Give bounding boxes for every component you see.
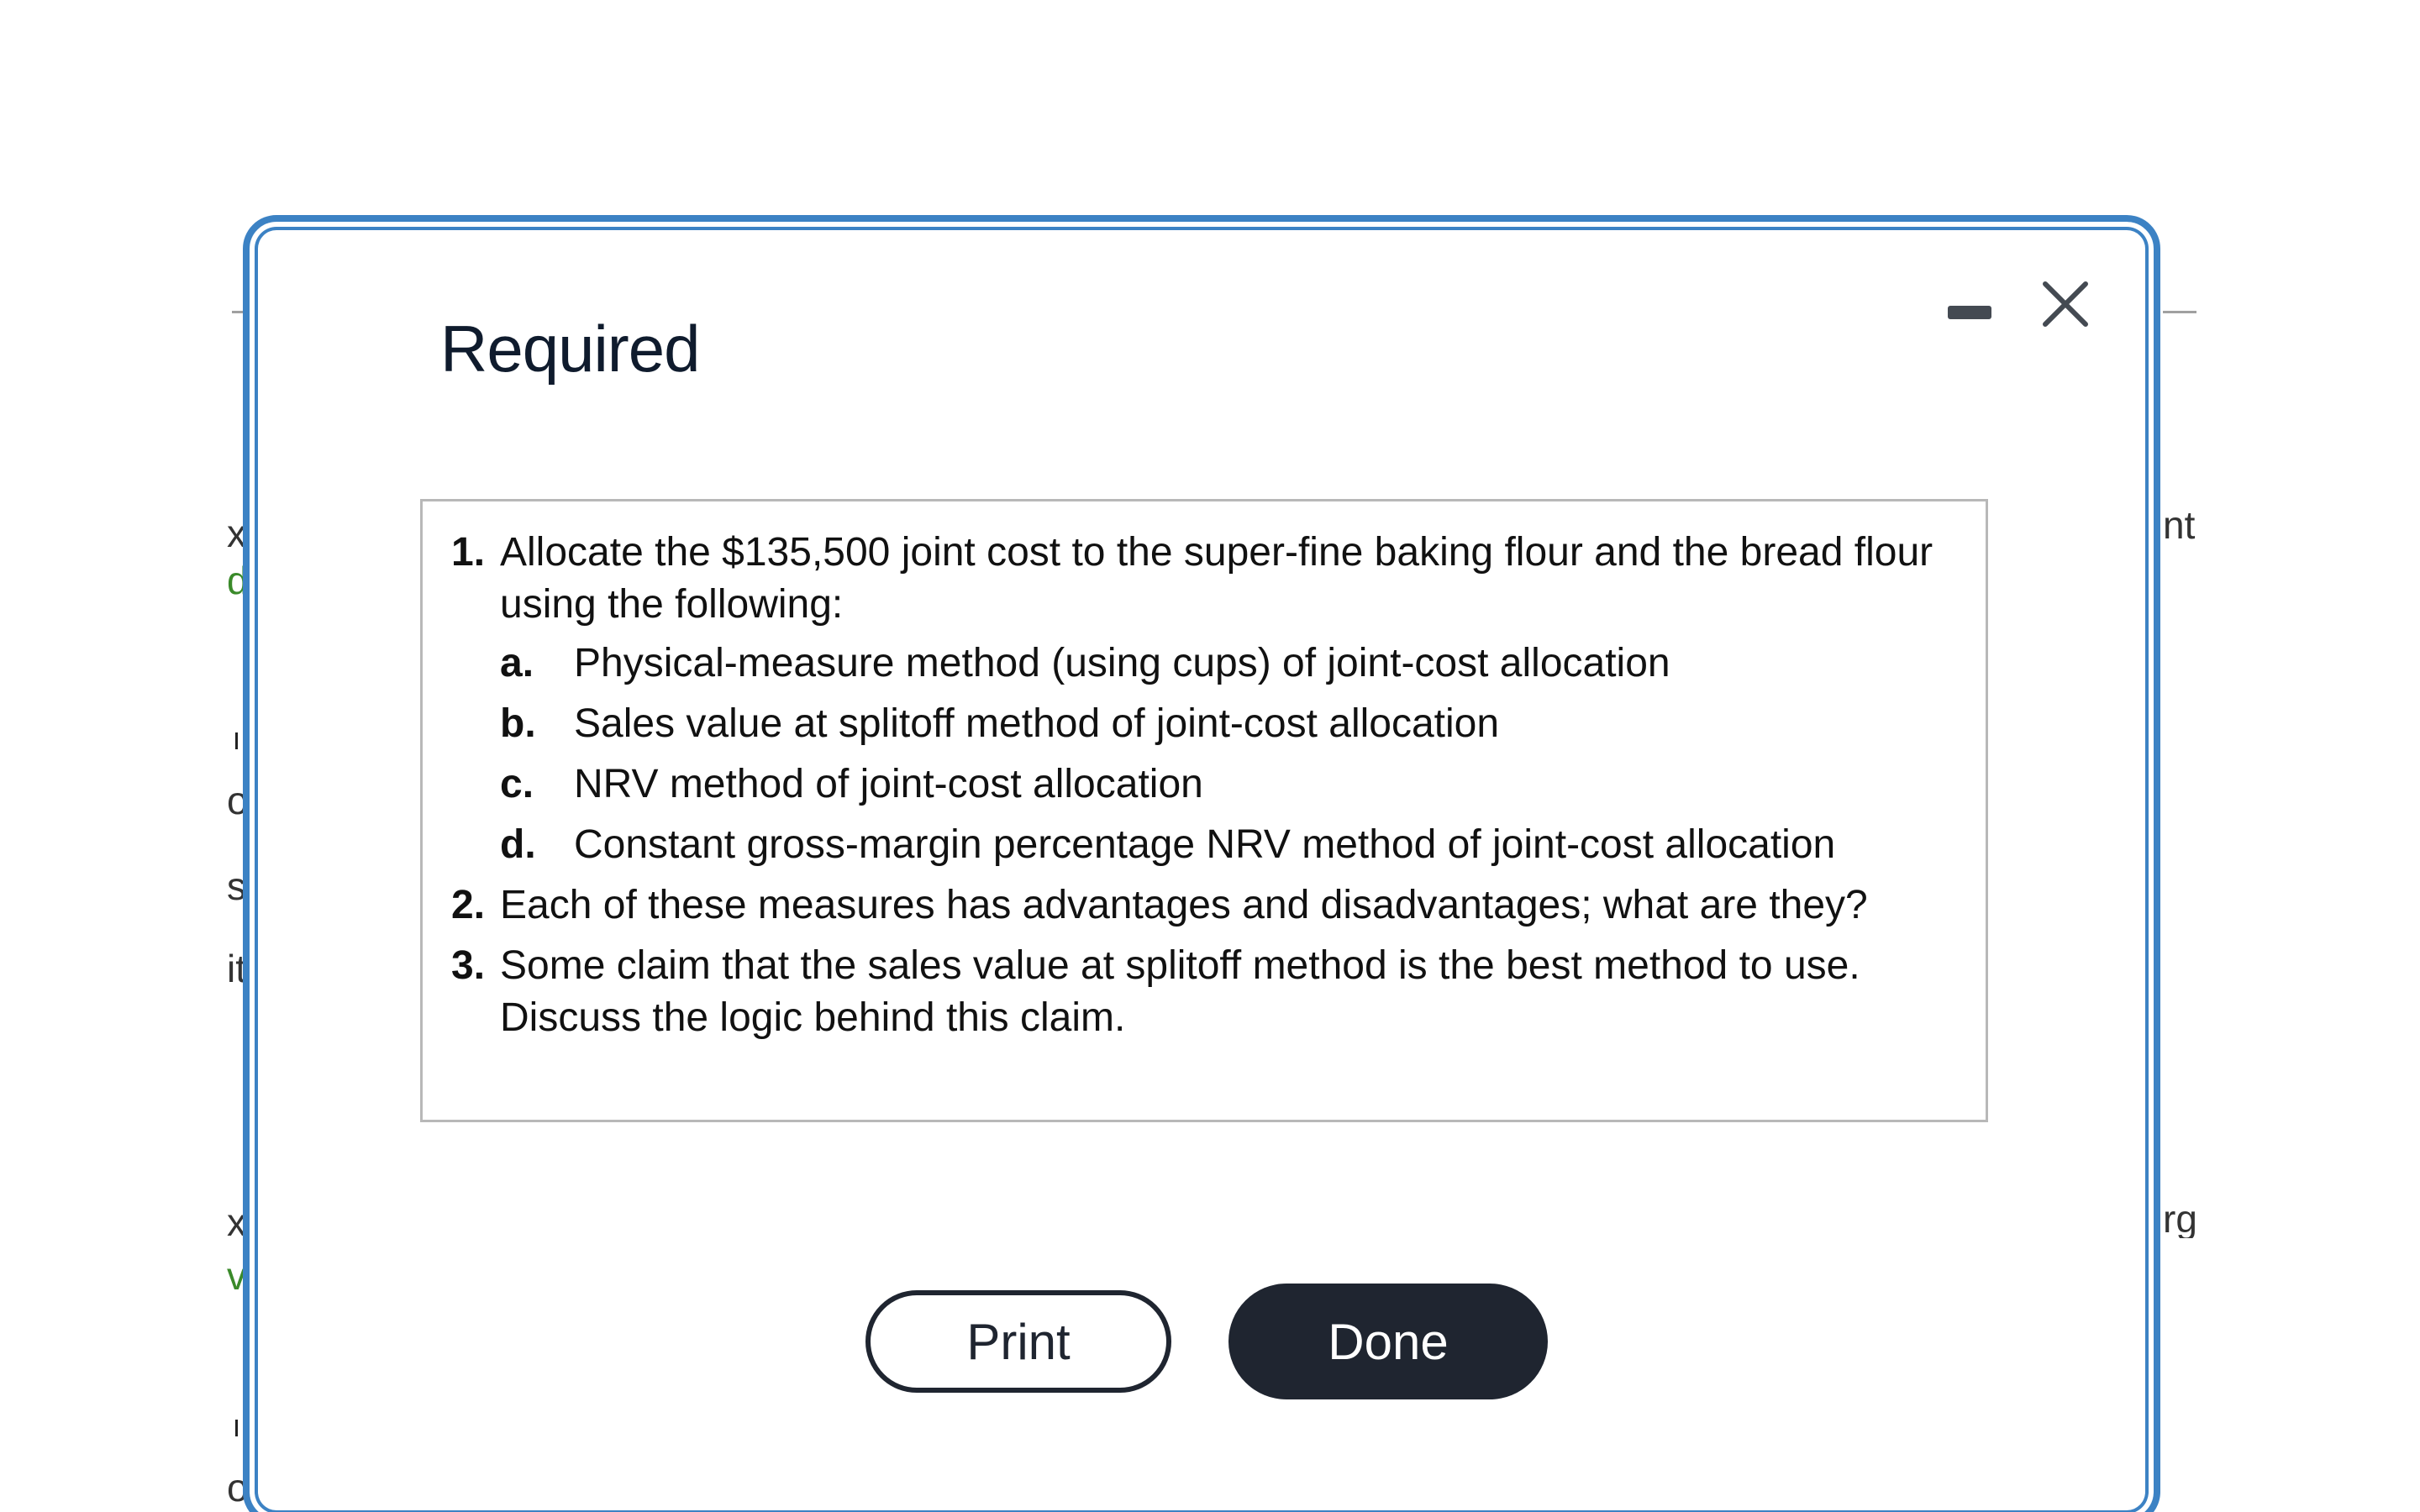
requirement-text: Some claim that the sales value at split… <box>500 943 1860 1040</box>
background-text-fragment: nt <box>2163 506 2196 544</box>
minimize-icon[interactable] <box>1948 306 1991 319</box>
requirement-item: 3. Some claim that the sales value at sp… <box>451 940 1964 1044</box>
sub-requirement-item: d. Constant gross-margin percentage NRV … <box>500 819 1964 871</box>
sub-requirement-item: b. Sales value at splitoff method of joi… <box>500 698 1964 750</box>
done-button[interactable]: Done <box>1228 1284 1548 1399</box>
background-tick <box>235 1420 238 1436</box>
sub-requirement-text: Physical-measure method (using cups) of … <box>574 641 1670 685</box>
sub-requirement-item: a. Physical-measure method (using cups) … <box>500 638 1964 690</box>
sub-requirement-letter: b. <box>500 701 536 746</box>
requirement-text: Allocate the $135,500 joint cost to the … <box>500 530 1933 627</box>
close-icon[interactable] <box>2039 277 2092 331</box>
requirement-number: 1. <box>451 530 486 575</box>
requirement-item: 2. Each of these measures has advantages… <box>451 879 1964 932</box>
sub-requirement-letter: a. <box>500 641 534 685</box>
sub-requirement-text: Constant gross-margin percentage NRV met… <box>574 822 1836 867</box>
requirements-panel: 1. Allocate the $135,500 joint cost to t… <box>420 499 1988 1122</box>
requirement-sub-list: a. Physical-measure method (using cups) … <box>500 638 1964 871</box>
sub-requirement-text: NRV method of joint-cost allocation <box>574 762 1203 806</box>
sub-requirement-letter: c. <box>500 762 534 806</box>
requirement-number: 2. <box>451 883 486 927</box>
sub-requirement-letter: d. <box>500 822 536 867</box>
print-button[interactable]: Print <box>865 1290 1171 1393</box>
sub-requirement-item: c. NRV method of joint-cost allocation <box>500 759 1964 811</box>
screen: x d o s it x v o nt rg Required 1. Alloc… <box>0 0 2420 1512</box>
sub-requirement-text: Sales value at splitoff method of joint-… <box>574 701 1500 746</box>
background-text-fragment: rg <box>2163 1200 2196 1238</box>
requirement-text: Each of these measures has advantages an… <box>500 883 1868 927</box>
requirements-list: 1. Allocate the $135,500 joint cost to t… <box>451 527 1964 1053</box>
background-tick <box>235 732 238 749</box>
requirement-item: 1. Allocate the $135,500 joint cost to t… <box>451 527 1964 871</box>
dialog-title: Required <box>440 312 701 386</box>
background-divider-right <box>2163 311 2196 313</box>
requirement-number: 3. <box>451 943 486 988</box>
